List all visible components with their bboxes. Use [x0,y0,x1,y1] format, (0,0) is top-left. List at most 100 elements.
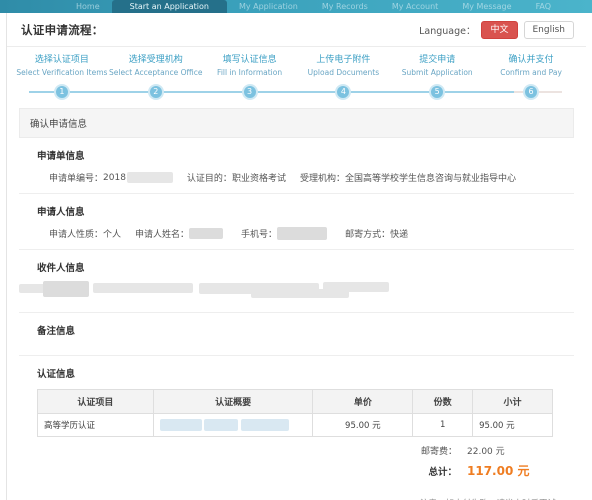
cert-info-title: 认证信息 [37,369,76,380]
summary-redaction-3 [241,419,290,431]
office-field: 受理机构： 全国高等学校学生信息咨询与就业指导中心 [300,171,516,184]
applicant-type-value: 个人 [103,230,122,240]
order-number-value: 2018 [103,172,126,183]
step-rail: 1 2 3 4 5 6 [15,81,578,103]
top-navigation-bar: Home Start an Application My Application… [0,0,592,13]
language-button-chinese[interactable]: 中文 [481,20,518,39]
step-4-label-en: Upload Documents [307,68,380,77]
language-label: Language： [419,25,476,37]
confirm-section-header: 确认申请信息 [19,108,574,138]
remark-info-title: 备注信息 [37,326,76,337]
page-frame: 认证申请流程： Language： 中文 English 选择认证项目 Sele… [6,13,586,500]
office-value: 全国高等学校学生信息咨询与就业指导中心 [344,174,516,184]
nav-item-start-application[interactable]: Start an Application [111,0,227,13]
applicant-name-field: 申请人姓名： [135,227,224,240]
step-6-label-cn: 确认并支付 [508,55,554,65]
grand-total-line: 总计： 117.00 元 [37,462,553,479]
summary-redaction-1 [159,419,202,431]
step-3: 填写认证信息 Fill in Information [203,47,297,79]
language-switcher: Language： 中文 English [419,20,574,39]
applicant-info-row: 申请人性质： 个人 申请人姓名： 手机号： 邮寄方式： 快递 [19,227,574,240]
page-root: Home Start an Application My Application… [0,0,592,500]
receiver-info-redactions [19,281,574,303]
step-5-label-en: Submit Application [401,68,473,77]
step-circle-6[interactable]: 6 [523,84,540,100]
cert-col-qty: 份数 [412,389,474,414]
page-titlebar: 认证申请流程： Language： 中文 English [7,13,586,47]
applicant-type-field: 申请人性质： 个人 [49,227,121,240]
nav-item-my-account[interactable]: My Account [380,0,450,13]
step-circle-3[interactable]: 3 [241,84,258,100]
step-1-label-cn: 选择认证项目 [34,55,89,65]
step-circle-cell-1: 1 [15,81,109,103]
cell-qty: 1 [412,413,474,437]
step-3-label-cn: 填写认证信息 [222,55,277,65]
step-2-label-cn: 选择受理机构 [128,55,183,65]
cert-col-price: 单价 [312,389,414,414]
cert-col-item: 认证项目 [37,389,154,414]
phone-label: 手机号： [241,230,278,240]
step-5: 提交申请 Submit Application [390,47,484,79]
grand-total-value: 117.00 元 [467,464,530,478]
shipping-value: 22.00 元 [467,447,505,457]
shipping-label: 邮寄费： [420,447,457,457]
cell-price: 95.00 元 [312,413,414,437]
application-info-block: 申请单信息 申请单编号： 2018 认证目的： 职业资格考试 受理机构： 全国高… [19,138,574,194]
footer-area: 注意：如支付失败，请半小时后再试 返回修改 确认支付 [19,479,574,500]
order-number-field: 申请单编号： 2018 [49,171,173,184]
receiver-info-title: 收件人信息 [37,263,85,274]
cell-summary [152,413,314,437]
phone-field: 手机号： [241,227,328,240]
phone-redaction [277,227,328,240]
order-number-redaction [126,172,173,183]
step-3-label-en: Fill in Information [217,68,283,77]
cert-col-summary: 认证概要 [152,389,314,414]
purpose-label: 认证目的： [186,174,232,184]
step-circle-cell-4: 4 [296,81,390,103]
step-1-label-en: Select Verification Items [16,68,108,77]
purpose-value: 职业资格考试 [231,174,286,184]
purpose-field: 认证目的： 职业资格考试 [187,171,286,184]
table-row: 高等学历认证 95.00 元 1 95.00 元 [37,413,553,437]
applicant-info-block: 申请人信息 申请人性质： 个人 申请人姓名： 手机号： 邮寄方式： 快递 [19,194,574,250]
nav-item-faq[interactable]: FAQ [524,0,564,13]
step-circle-cell-6: 6 [484,81,578,103]
post-method-label: 邮寄方式： [345,230,391,240]
nav-item-my-application[interactable]: My Application [227,0,310,13]
content-area: 确认申请信息 申请单信息 申请单编号： 2018 认证目的： 职业资格考试 受理 [7,108,586,500]
applicant-info-title: 申请人信息 [37,207,85,218]
receiver-info-block: 收件人信息 [19,250,574,313]
step-circle-1[interactable]: 1 [53,84,70,100]
step-4-label-cn: 上传电子附件 [316,55,371,65]
step-circles: 1 2 3 4 5 6 [15,81,578,103]
summary-redaction-2 [204,419,239,431]
step-circle-5[interactable]: 5 [429,84,446,100]
cert-table: 认证项目 认证概要 单价 份数 小计 高等学历认证 95.00 元 1 95.0… [37,389,553,437]
remark-info-block: 备注信息 [19,313,574,356]
cert-info-block: 认证信息 认证项目 认证概要 单价 份数 小计 高等学历认证 95.00 元 1… [19,356,574,479]
application-info-row: 申请单编号： 2018 认证目的： 职业资格考试 受理机构： 全国高等学校学生信… [19,171,574,184]
shipping-line: 邮寄费： 22.00 元 [37,444,553,457]
applicant-name-label: 申请人姓名： [135,230,190,240]
top-navigation-items: Home Start an Application My Application… [0,0,592,13]
application-info-title: 申请单信息 [37,151,85,162]
nav-item-my-records[interactable]: My Records [310,0,380,13]
nav-item-my-message[interactable]: My Message [450,0,523,13]
language-button-english[interactable]: English [523,20,574,39]
step-progress: 选择认证项目 Select Verification Items 选择受理机构 … [7,47,586,102]
step-circle-4[interactable]: 4 [335,84,352,100]
step-labels: 选择认证项目 Select Verification Items 选择受理机构 … [15,47,578,79]
step-6: 确认并支付 Confirm and Pay [484,47,578,79]
step-4: 上传电子附件 Upload Documents [296,47,390,79]
cell-subtotal: 95.00 元 [472,413,553,437]
receiver-redaction-6 [323,282,389,292]
applicant-name-redaction [189,228,224,239]
step-5-label-cn: 提交申请 [419,55,456,65]
nav-item-home[interactable]: Home [64,0,112,13]
step-circle-cell-3: 3 [203,81,297,103]
cell-item: 高等学历认证 [37,413,154,437]
step-circle-2[interactable]: 2 [147,84,164,100]
cert-col-subtotal: 小计 [472,389,553,414]
cert-table-header-row: 认证项目 认证概要 单价 份数 小计 [37,389,553,414]
step-circle-cell-2: 2 [109,81,203,103]
